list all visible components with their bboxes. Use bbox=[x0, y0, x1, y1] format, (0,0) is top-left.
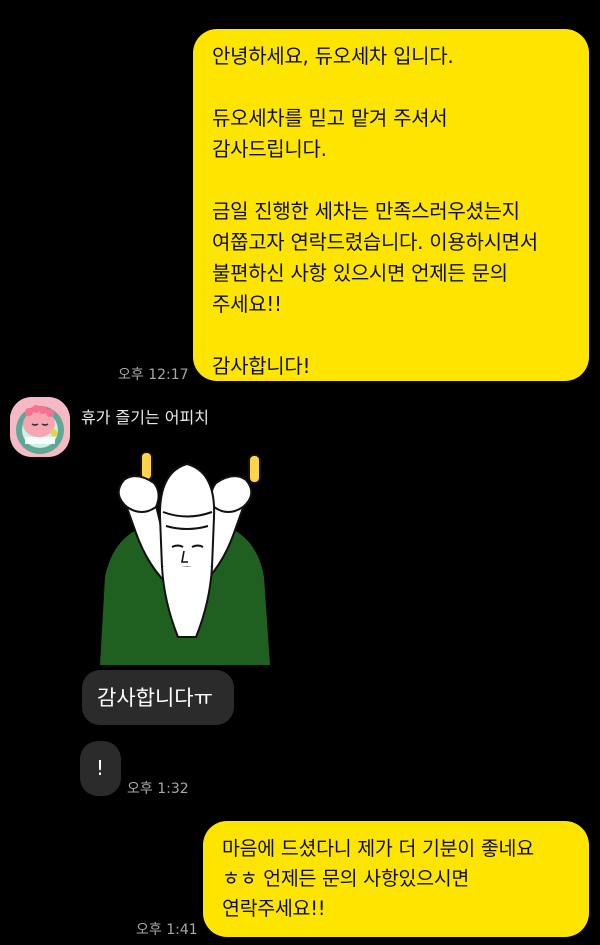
apeach-avatar-icon bbox=[10, 397, 70, 457]
message-timestamp: 오후 1:41 bbox=[136, 922, 198, 938]
profile-avatar[interactable] bbox=[10, 397, 70, 457]
incoming-message-bubble[interactable]: ! bbox=[80, 741, 121, 796]
incoming-message-bubble[interactable]: 감사합니다ㅠ bbox=[82, 670, 234, 725]
emoticon-sticker[interactable] bbox=[100, 447, 270, 665]
sender-name: 휴가 즐기는 어피치 bbox=[81, 408, 209, 427]
message-timestamp: 오후 1:32 bbox=[127, 781, 189, 797]
thumbs-up-sticker-icon bbox=[100, 451, 270, 665]
outgoing-message-bubble[interactable]: 마음에 드셨다니 제가 더 기분이 좋네요 ㅎㅎ 언제든 문의 사항있으시면 연… bbox=[203, 821, 589, 937]
message-timestamp: 오후 12:17 bbox=[118, 367, 189, 383]
outgoing-message-bubble[interactable]: 안녕하세요, 듀오세차 입니다. 듀오세차를 믿고 맡겨 주셔서 감사드립니다.… bbox=[193, 29, 589, 381]
